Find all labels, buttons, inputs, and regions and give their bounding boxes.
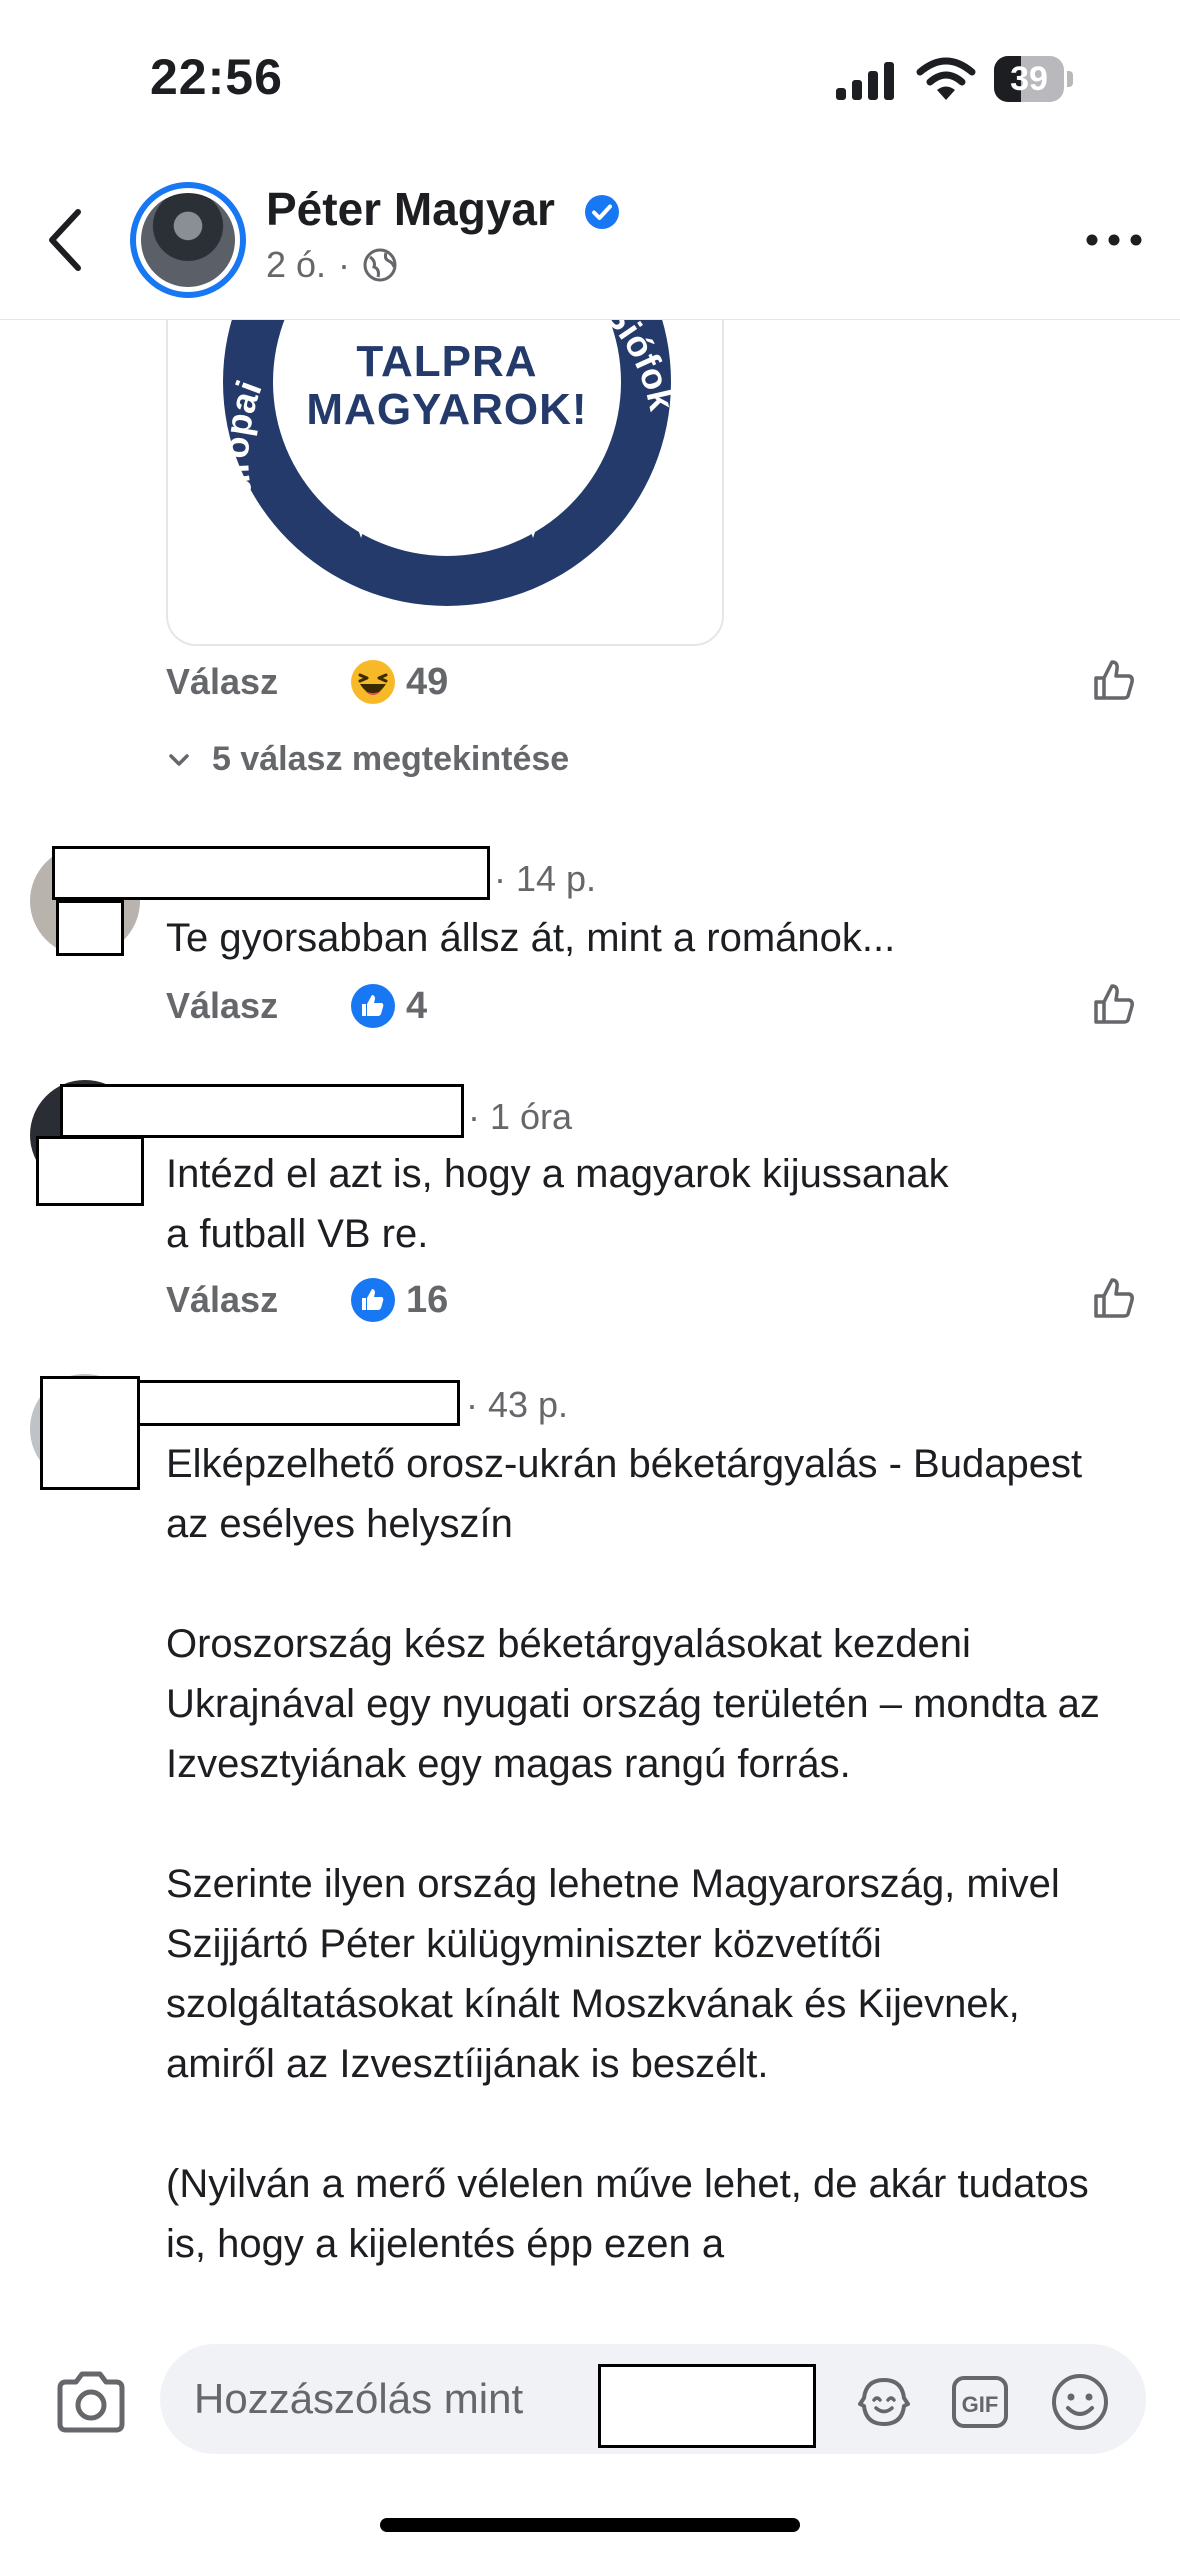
comment-paragraph: (Nyilván a merő vélelen műve lehet, de a…: [166, 2162, 1089, 2266]
redacted-avatar: [36, 1136, 144, 1206]
battery-icon: 39: [994, 56, 1074, 102]
camera-icon[interactable]: [54, 2370, 128, 2434]
wifi-icon: [916, 57, 976, 100]
post-meta: 2 ó. ·: [266, 244, 398, 286]
comment-paragraph: Szerinte ilyen ország lehetne Magyarorsz…: [166, 1862, 1060, 2086]
page-avatar[interactable]: [130, 182, 246, 298]
redacted-name: [106, 1380, 460, 1426]
comment-action-row: Válasz: [166, 652, 278, 712]
like-reaction-icon: [351, 1278, 395, 1322]
haha-emoji-icon: [351, 660, 395, 704]
comment-text: Te gyorsabban állsz át, mint a románok..…: [166, 916, 896, 960]
like-count[interactable]: 16: [350, 1270, 448, 1330]
gif-icon[interactable]: GIF: [950, 2374, 1010, 2430]
comment-text: Intézd el azt is, hogy a magyarok kijuss…: [166, 1152, 949, 1256]
verified-badge-icon: [585, 195, 619, 229]
comment-paragraph: Oroszország kész béketárgyalásokat kezde…: [166, 1622, 1100, 1786]
battery-cap: [1067, 71, 1073, 87]
like-count-value: 4: [406, 984, 428, 1027]
more-options-icon[interactable]: [1082, 220, 1146, 260]
comment-time[interactable]: · 43 p.: [466, 1384, 568, 1426]
comment-time[interactable]: · 1 óra: [468, 1096, 572, 1138]
redacted-name: [52, 846, 490, 900]
gif-label: GIF: [962, 2392, 999, 2417]
talpra-magyarok-badge: TALPRA MAGYAROK! Európai t Siófok: [215, 300, 683, 606]
page-name[interactable]: Péter Magyar: [266, 182, 555, 236]
redacted-avatar: [40, 1376, 140, 1490]
status-bar: 22:56 39: [0, 0, 1180, 160]
like-thumb-icon[interactable]: [1090, 980, 1138, 1028]
like-count[interactable]: 4: [350, 976, 427, 1036]
comment-action-row: Válasz: [166, 976, 278, 1036]
like-count-value: 16: [406, 1278, 449, 1321]
view-replies-label: 5 válasz megtekintése: [212, 740, 570, 778]
reply-button[interactable]: Válasz: [166, 1279, 278, 1321]
comment-paragraph: Elképzelhető orosz-ukrán béketárgyalás -…: [166, 1442, 1083, 1546]
page-avatar-photo: [141, 193, 235, 287]
redacted-name: [60, 1084, 464, 1138]
redacted-avatar: [56, 900, 124, 956]
comment-input-placeholder: Hozzászólás mint: [194, 2375, 524, 2422]
like-thumb-icon[interactable]: [1090, 1274, 1138, 1322]
like-thumb-icon[interactable]: [1090, 656, 1138, 704]
comment-action-row: Válasz: [166, 1270, 278, 1330]
badge-line-1: TALPRA: [356, 337, 537, 386]
post-header: Péter Magyar 2 ó. ·: [0, 160, 1180, 320]
reaction-summary[interactable]: 49: [350, 652, 448, 712]
badge-line-2: MAGYAROK!: [306, 385, 587, 434]
comment-time[interactable]: · 14 p.: [494, 858, 596, 900]
home-indicator: [380, 2518, 800, 2532]
reply-button[interactable]: Válasz: [166, 661, 278, 703]
comment-text-long: Elképzelhető orosz-ukrán béketárgyalás -…: [166, 1434, 1126, 2320]
comment-input[interactable]: Hozzászólás mint GIF: [160, 2344, 1146, 2454]
reply-button[interactable]: Válasz: [166, 985, 278, 1027]
emoji-icon[interactable]: [1050, 2372, 1110, 2432]
globe-icon: [363, 248, 397, 282]
meta-separator: ·: [338, 244, 351, 285]
battery-percentage: 39: [1010, 60, 1048, 98]
like-reaction-icon: [351, 984, 395, 1028]
reaction-count: 49: [406, 660, 449, 703]
chevron-down-icon: [169, 753, 189, 766]
back-arrow-icon[interactable]: [38, 200, 98, 280]
view-replies-button[interactable]: 5 válasz megtekintése: [166, 740, 569, 779]
avatar-sticker-icon[interactable]: [856, 2374, 912, 2430]
post-time[interactable]: 2 ó.: [266, 244, 326, 286]
redacted-username: [598, 2364, 816, 2448]
status-time: 22:56: [150, 49, 283, 105]
signal-icon: [836, 62, 894, 100]
comment-image-attachment[interactable]: TALPRA MAGYAROK! Európai t Siófok: [166, 300, 724, 646]
